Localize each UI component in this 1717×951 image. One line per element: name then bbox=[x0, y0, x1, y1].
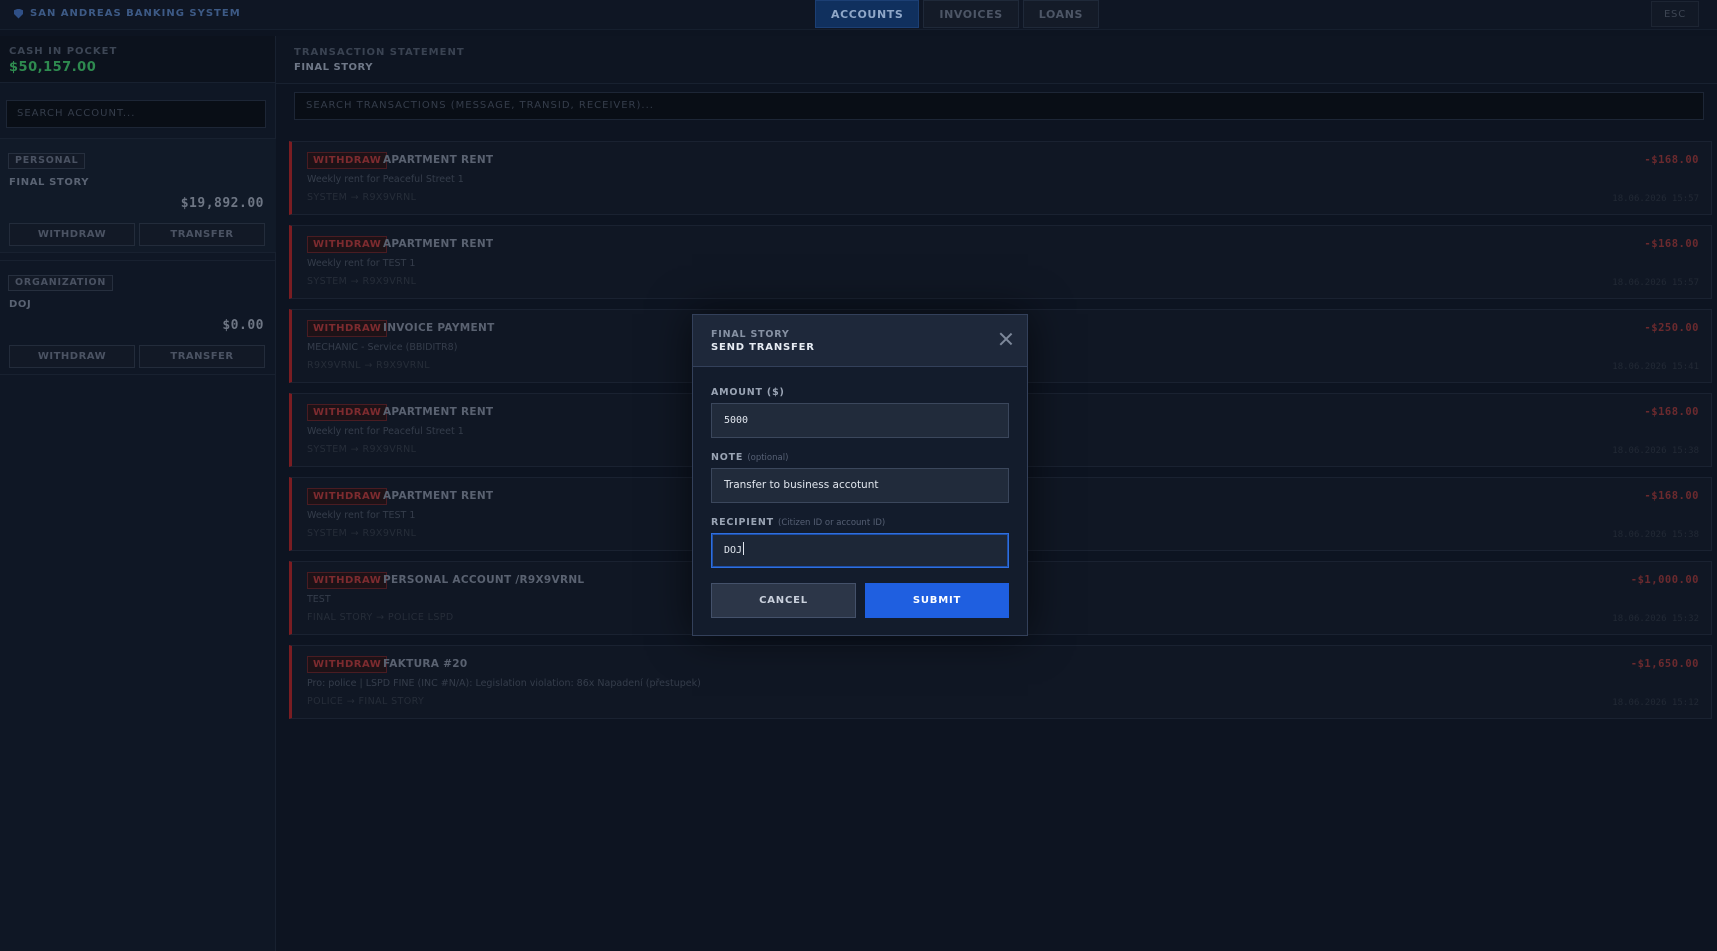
account-card-organization[interactable]: ORGANIZATION DOJ $0.00 WITHDRAW TRANSFER bbox=[0, 260, 276, 375]
recipient-value: DOJ bbox=[724, 545, 743, 556]
transaction-type-badge: WITHDRAW bbox=[307, 488, 388, 505]
modal-subtitle: FINAL STORY bbox=[711, 329, 790, 340]
transaction-route: SYSTEM → R9X9VRNL bbox=[307, 444, 417, 455]
transaction-title: APARTMENT RENT bbox=[383, 490, 494, 502]
transfer-button[interactable]: TRANSFER bbox=[139, 345, 265, 368]
modal-title: SEND TRANSFER bbox=[711, 342, 815, 353]
transaction-amount: -$1,000.00 bbox=[1630, 574, 1699, 586]
transaction-title: APARTMENT RENT bbox=[383, 154, 494, 166]
transaction-amount: -$250.00 bbox=[1644, 322, 1699, 334]
transaction-date: 18.06.2026 15:12 bbox=[1612, 698, 1699, 708]
transaction-description: Pro: police | LSPD FINE (INC #N/A): Legi… bbox=[307, 678, 701, 689]
brand: SAN ANDREAS BANKING SYSTEM bbox=[14, 8, 241, 19]
transaction-row[interactable]: WITHDRAW FAKTURA #20 Pro: police | LSPD … bbox=[289, 645, 1712, 719]
recipient-label: RECIPIENT (Citizen ID or account ID) bbox=[711, 517, 885, 528]
account-balance: $0.00 bbox=[222, 318, 264, 333]
nav-tabs: ACCOUNTS INVOICES LOANS bbox=[815, 0, 1100, 28]
transaction-search-input[interactable]: SEARCH TRANSACTIONS (MESSAGE, TRANSID, R… bbox=[294, 92, 1704, 120]
recipient-label-text: RECIPIENT bbox=[711, 517, 774, 528]
transaction-date: 18.06.2026 15:57 bbox=[1612, 278, 1699, 288]
account-card-personal[interactable]: PERSONAL FINAL STORY $19,892.00 WITHDRAW… bbox=[0, 138, 276, 253]
transaction-route: SYSTEM → R9X9VRNL bbox=[307, 528, 417, 539]
statement-account-name: FINAL STORY bbox=[294, 62, 373, 73]
transaction-route: SYSTEM → R9X9VRNL bbox=[307, 192, 417, 203]
note-label-text: NOTE bbox=[711, 452, 744, 463]
tab-loans[interactable]: LOANS bbox=[1022, 0, 1100, 28]
transaction-amount: -$168.00 bbox=[1644, 406, 1699, 418]
account-name: FINAL STORY bbox=[9, 177, 90, 188]
amount-label: AMOUNT ($) bbox=[711, 387, 785, 398]
transaction-type-badge: WITHDRAW bbox=[307, 656, 388, 673]
transaction-type-badge: WITHDRAW bbox=[307, 572, 388, 589]
transaction-route: R9X9VRNL → R9X9VRNL bbox=[307, 360, 430, 371]
cash-label: CASH IN POCKET bbox=[9, 46, 118, 57]
transfer-button[interactable]: TRANSFER bbox=[139, 223, 265, 246]
transaction-date: 18.06.2026 15:41 bbox=[1612, 362, 1699, 372]
transaction-amount: -$1,650.00 bbox=[1630, 658, 1699, 670]
transaction-amount: -$168.00 bbox=[1644, 490, 1699, 502]
cash-value: $50,157.00 bbox=[9, 60, 97, 75]
app-title: SAN ANDREAS BANKING SYSTEM bbox=[30, 8, 241, 19]
send-transfer-modal: FINAL STORY SEND TRANSFER AMOUNT ($) 500… bbox=[692, 314, 1028, 636]
note-label: NOTE (optional) bbox=[711, 452, 788, 463]
transaction-row[interactable]: WITHDRAW APARTMENT RENT Weekly rent for … bbox=[289, 141, 1712, 215]
transaction-type-badge: WITHDRAW bbox=[307, 320, 388, 337]
account-balance: $19,892.00 bbox=[180, 196, 264, 211]
note-field[interactable]: Transfer to business accotunt bbox=[711, 468, 1009, 503]
account-name: DOJ bbox=[9, 299, 32, 310]
transaction-title: APARTMENT RENT bbox=[383, 406, 494, 418]
transaction-title: APARTMENT RENT bbox=[383, 238, 494, 250]
transaction-route: POLICE → FINAL STORY bbox=[307, 696, 425, 707]
transaction-date: 18.06.2026 15:38 bbox=[1612, 530, 1699, 540]
transaction-route: FINAL STORY → POLICE LSPD bbox=[307, 612, 454, 623]
account-search-input[interactable]: SEARCH ACCOUNT... bbox=[6, 100, 266, 128]
cancel-button[interactable]: CANCEL bbox=[711, 583, 856, 618]
transaction-date: 18.06.2026 15:57 bbox=[1612, 194, 1699, 204]
note-hint: (optional) bbox=[747, 453, 789, 463]
account-type-badge: PERSONAL bbox=[8, 153, 86, 169]
transaction-amount: -$168.00 bbox=[1644, 154, 1699, 166]
withdraw-button[interactable]: WITHDRAW bbox=[9, 345, 135, 368]
tab-invoices[interactable]: INVOICES bbox=[923, 0, 1019, 28]
transaction-title: INVOICE PAYMENT bbox=[383, 322, 495, 334]
modal-header: FINAL STORY SEND TRANSFER bbox=[693, 315, 1027, 367]
esc-button[interactable]: ESC bbox=[1650, 1, 1699, 27]
text-caret bbox=[743, 542, 745, 555]
transaction-description: MECHANIC - Service (BBIDITR8) bbox=[307, 342, 458, 353]
statement-header: TRANSACTION STATEMENT FINAL STORY bbox=[276, 36, 1717, 84]
transaction-date: 18.06.2026 15:32 bbox=[1612, 614, 1699, 624]
transaction-description: Weekly rent for TEST 1 bbox=[307, 258, 416, 269]
transaction-row[interactable]: WITHDRAW APARTMENT RENT Weekly rent for … bbox=[289, 225, 1712, 299]
cash-panel: CASH IN POCKET $50,157.00 bbox=[0, 36, 275, 83]
transaction-title: FAKTURA #20 bbox=[383, 658, 468, 670]
transaction-route: SYSTEM → R9X9VRNL bbox=[307, 276, 417, 287]
transaction-description: Weekly rent for TEST 1 bbox=[307, 510, 416, 521]
top-bar: SAN ANDREAS BANKING SYSTEM ACCOUNTS INVO… bbox=[0, 0, 1717, 30]
withdraw-button[interactable]: WITHDRAW bbox=[9, 223, 135, 246]
shield-icon bbox=[14, 8, 23, 19]
transaction-description: Weekly rent for Peaceful Street 1 bbox=[307, 174, 464, 185]
transaction-type-badge: WITHDRAW bbox=[307, 404, 388, 421]
close-icon[interactable] bbox=[999, 332, 1013, 346]
transaction-description: Weekly rent for Peaceful Street 1 bbox=[307, 426, 464, 437]
transaction-description: TEST bbox=[307, 594, 331, 605]
tab-accounts[interactable]: ACCOUNTS bbox=[815, 0, 920, 28]
statement-label: TRANSACTION STATEMENT bbox=[294, 47, 465, 58]
recipient-field[interactable]: DOJ bbox=[711, 533, 1009, 568]
transaction-title: PERSONAL ACCOUNT /R9X9VRNL bbox=[383, 574, 585, 586]
recipient-hint: (Citizen ID or account ID) bbox=[778, 518, 886, 528]
transaction-type-badge: WITHDRAW bbox=[307, 152, 388, 169]
transaction-type-badge: WITHDRAW bbox=[307, 236, 388, 253]
amount-label-text: AMOUNT ($) bbox=[711, 387, 785, 398]
transaction-date: 18.06.2026 15:38 bbox=[1612, 446, 1699, 456]
sidebar: CASH IN POCKET $50,157.00 SEARCH ACCOUNT… bbox=[0, 36, 276, 951]
submit-button[interactable]: SUBMIT bbox=[865, 583, 1009, 618]
transaction-amount: -$168.00 bbox=[1644, 238, 1699, 250]
account-type-badge: ORGANIZATION bbox=[8, 275, 114, 291]
amount-field[interactable]: 5000 bbox=[711, 403, 1009, 438]
